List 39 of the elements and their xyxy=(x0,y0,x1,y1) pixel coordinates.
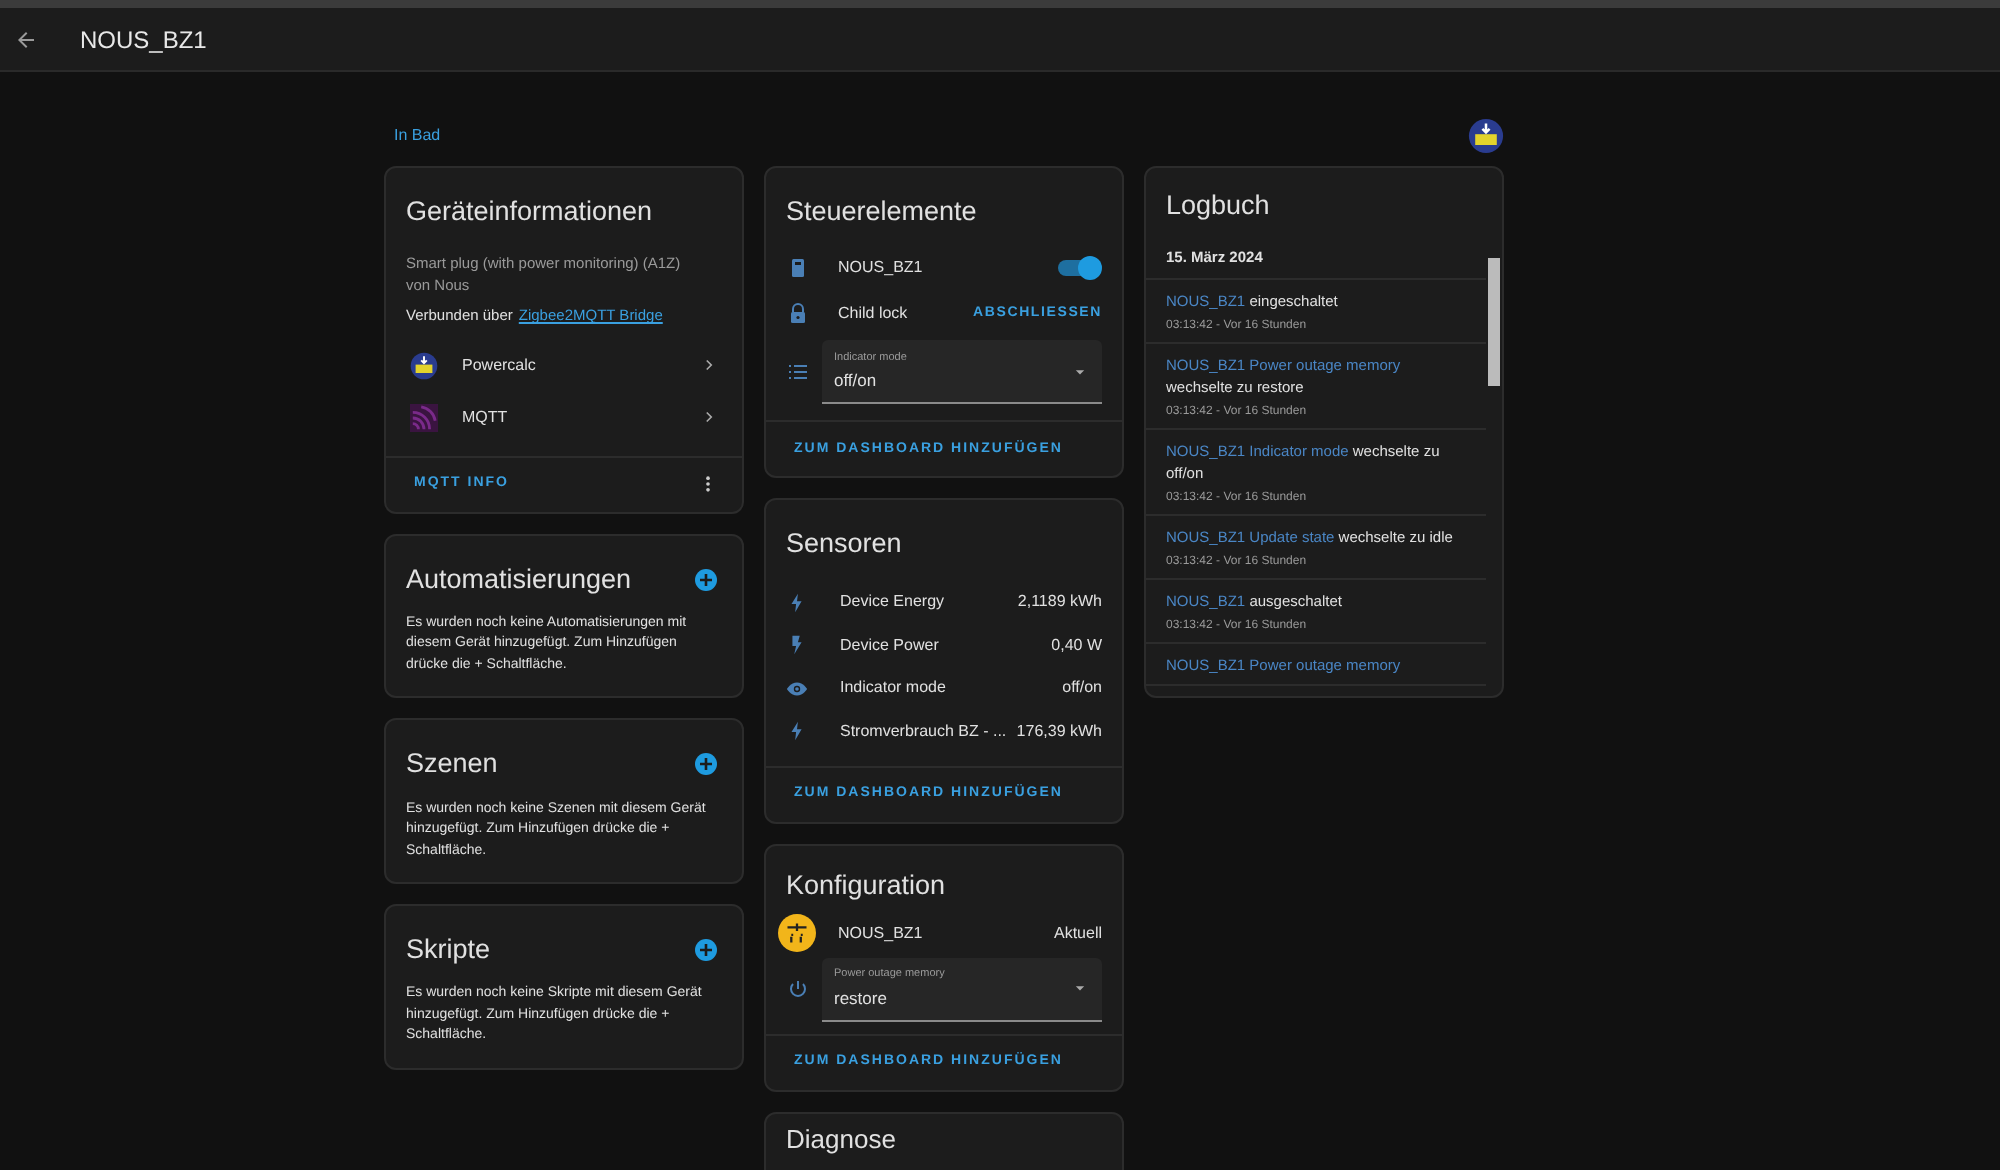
area-link[interactable]: In Bad xyxy=(394,124,441,148)
integration-logo-icon xyxy=(1468,118,1504,154)
entity-name: NOUS_BZ1 xyxy=(838,921,925,946)
card-title: Skripte xyxy=(406,932,491,968)
integration-row[interactable]: Powercalc xyxy=(386,339,742,391)
list-icon xyxy=(786,360,810,385)
card-title: Automatisierungen xyxy=(406,561,632,598)
lock-icon xyxy=(786,301,810,326)
entity-name: Device Power xyxy=(840,633,941,658)
entity-name: Indicator mode xyxy=(840,676,948,701)
update-badge-icon xyxy=(778,914,816,953)
sensor-value: 0,40 W xyxy=(1051,633,1102,658)
add-icon[interactable] xyxy=(694,938,718,963)
sensor-value: 176,39 kWh xyxy=(1016,719,1102,744)
toggle-switch[interactable] xyxy=(1058,259,1098,276)
plug-device-icon xyxy=(786,255,810,280)
sensor-value: off/on xyxy=(1062,676,1102,701)
update-status: Aktuell xyxy=(1053,921,1102,946)
card-title: Steuerelemente xyxy=(786,194,979,230)
entity-name: NOUS_BZ1 xyxy=(838,255,925,280)
integration-logo-icon xyxy=(410,351,438,379)
page-title: NOUS_BZ1 xyxy=(80,23,207,57)
eye-icon xyxy=(786,677,808,700)
integration-row[interactable]: MQTT xyxy=(386,391,742,443)
back-icon[interactable] xyxy=(14,27,38,51)
entity-name: Stromverbrauch BZ - ... xyxy=(840,719,1009,744)
sensor-value: 2,1189 kWh xyxy=(1017,590,1102,615)
card-title: Geräteinformationen xyxy=(406,194,655,230)
card-title: Sensoren xyxy=(786,526,904,563)
add-icon[interactable] xyxy=(694,752,718,777)
card-title: Logbuch xyxy=(1164,188,1272,224)
add-icon[interactable] xyxy=(694,567,718,592)
mqtt-icon xyxy=(410,403,438,431)
power-icon xyxy=(786,977,810,1002)
entity-name: Device Energy xyxy=(840,590,947,615)
entity-name: Child lock xyxy=(838,301,910,326)
card-title: Szenen xyxy=(406,746,498,783)
card-title: Diagnose xyxy=(786,1125,898,1154)
card-title: Konfiguration xyxy=(786,867,948,904)
